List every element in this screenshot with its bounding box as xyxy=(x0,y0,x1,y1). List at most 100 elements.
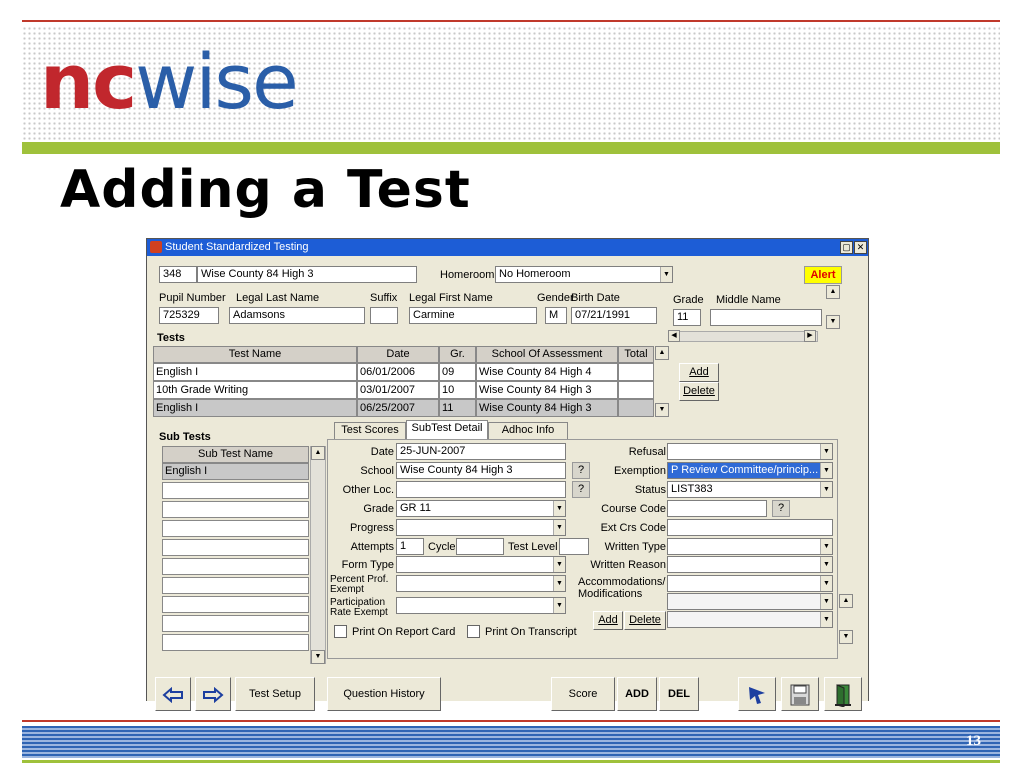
print-report-card-checkbox[interactable] xyxy=(334,625,347,638)
add-button[interactable]: ADD xyxy=(617,677,657,711)
list-item[interactable] xyxy=(162,596,309,613)
list-item[interactable] xyxy=(162,558,309,575)
chevron-down-icon[interactable]: ▼ xyxy=(820,444,832,459)
scroll-down-icon[interactable]: ▼ xyxy=(826,315,840,329)
sub-tests-scrollbar[interactable] xyxy=(310,446,326,664)
question-history-button[interactable]: Question History xyxy=(327,677,441,711)
delete-accommodation-button[interactable]: Delete xyxy=(624,611,666,630)
scroll-down-icon[interactable]: ▼ xyxy=(311,650,325,664)
scroll-up-icon[interactable]: ▲ xyxy=(655,346,669,360)
written-reason-select[interactable]: ▼ xyxy=(667,556,833,573)
grade-field[interactable]: 11 xyxy=(673,309,701,326)
tab-test-scores[interactable]: Test Scores xyxy=(334,422,406,439)
next-button[interactable] xyxy=(195,677,231,711)
tab-subtest-detail[interactable]: SubTest Detail xyxy=(406,420,488,439)
add-test-button[interactable]: Add xyxy=(679,363,719,382)
chevron-down-icon[interactable]: ▼ xyxy=(553,598,565,613)
horizontal-scrollbar[interactable] xyxy=(668,331,818,342)
school-name-field[interactable]: Wise County 84 High 3 xyxy=(197,266,417,283)
course-code-field[interactable] xyxy=(667,500,767,517)
scroll-up-icon[interactable]: ▲ xyxy=(839,594,853,608)
grade-label: Grade xyxy=(673,294,704,306)
print-transcript-checkbox[interactable] xyxy=(467,625,480,638)
pointer-button[interactable] xyxy=(738,677,776,711)
print-report-card-label: Print On Report Card xyxy=(352,626,456,638)
attempts-field[interactable]: 1 xyxy=(396,538,424,555)
list-item[interactable] xyxy=(162,634,309,651)
scroll-up-icon[interactable]: ▲ xyxy=(826,285,840,299)
cycle-field[interactable] xyxy=(456,538,504,555)
close-button[interactable]: ✕ xyxy=(854,241,867,254)
chevron-down-icon[interactable]: ▼ xyxy=(820,612,832,627)
exit-button[interactable] xyxy=(824,677,862,711)
school-lookup-button[interactable]: ? xyxy=(572,462,590,479)
gender-field[interactable]: M xyxy=(545,307,567,324)
chevron-down-icon[interactable]: ▼ xyxy=(820,463,832,478)
course-code-lookup-button[interactable]: ? xyxy=(772,500,790,517)
chevron-down-icon[interactable]: ▼ xyxy=(553,576,565,591)
tab-adhoc-info[interactable]: Adhoc Info xyxy=(488,422,568,439)
list-item[interactable]: English I xyxy=(162,463,309,480)
refusal-select[interactable]: ▼ xyxy=(667,443,833,460)
accommodations-label: Accommodations/ Modifications xyxy=(578,576,666,600)
pupil-number-field[interactable]: 725329 xyxy=(159,307,219,324)
list-item[interactable] xyxy=(162,520,309,537)
accommodation-select[interactable]: ▼ xyxy=(667,575,833,592)
list-item[interactable] xyxy=(162,501,309,518)
save-button[interactable] xyxy=(781,677,819,711)
scroll-down-icon[interactable]: ▼ xyxy=(839,630,853,644)
list-item[interactable] xyxy=(162,615,309,632)
homeroom-label: Homeroom xyxy=(440,269,495,281)
accommodation-select[interactable]: ▼ xyxy=(667,611,833,628)
test-setup-button[interactable]: Test Setup xyxy=(235,677,315,711)
chevron-down-icon[interactable]: ▼ xyxy=(820,482,832,497)
chevron-down-icon[interactable]: ▼ xyxy=(820,576,832,591)
scroll-left-icon[interactable]: ◀ xyxy=(668,330,680,342)
chevron-down-icon[interactable]: ▼ xyxy=(660,267,672,282)
homeroom-select[interactable]: No Homeroom ▼ xyxy=(495,266,673,283)
previous-button[interactable] xyxy=(155,677,191,711)
delete-test-button[interactable]: Delete xyxy=(679,382,719,401)
other-loc-lookup-button[interactable]: ? xyxy=(572,481,590,498)
list-item[interactable] xyxy=(162,539,309,556)
legal-first-name-field[interactable]: Carmine xyxy=(409,307,537,324)
chevron-down-icon[interactable]: ▼ xyxy=(820,539,832,554)
school-code-field[interactable]: 348 xyxy=(159,266,197,283)
status-select[interactable]: LIST383 ▼ xyxy=(667,481,833,498)
suffix-field[interactable] xyxy=(370,307,398,324)
progress-select[interactable]: ▼ xyxy=(396,519,566,536)
test-name-cell: 10th Grade Writing xyxy=(153,381,357,399)
chevron-down-icon[interactable]: ▼ xyxy=(820,557,832,572)
chevron-down-icon[interactable]: ▼ xyxy=(553,501,565,516)
birth-date-field[interactable]: 07/21/1991 xyxy=(571,307,657,324)
exemption-select[interactable]: P Review Committee/princip... ▼ xyxy=(667,462,833,479)
legal-last-name-field[interactable]: Adamsons xyxy=(229,307,365,324)
participation-rate-exempt-label: Participation Rate Exempt xyxy=(330,597,388,618)
delete-button[interactable]: DEL xyxy=(659,677,699,711)
score-button[interactable]: Score xyxy=(551,677,615,711)
form-type-select[interactable]: ▼ xyxy=(396,556,566,573)
maximize-button[interactable]: ▢ xyxy=(840,241,853,254)
scroll-down-icon[interactable]: ▼ xyxy=(655,403,669,417)
alert-button[interactable]: Alert xyxy=(804,266,842,284)
grade-select[interactable]: GR 11 ▼ xyxy=(396,500,566,517)
school-field[interactable]: Wise County 84 High 3 xyxy=(396,462,566,479)
scroll-right-icon[interactable]: ▶ xyxy=(804,330,816,342)
date-field[interactable]: 25-JUN-2007 xyxy=(396,443,566,460)
other-loc-field[interactable] xyxy=(396,481,566,498)
test-level-field[interactable] xyxy=(559,538,589,555)
participation-rate-exempt-select[interactable]: ▼ xyxy=(396,597,566,614)
list-item[interactable] xyxy=(162,482,309,499)
ext-crs-code-field[interactable] xyxy=(667,519,833,536)
accommodation-select[interactable]: ▼ xyxy=(667,593,833,610)
chevron-down-icon[interactable]: ▼ xyxy=(553,520,565,535)
written-type-select[interactable]: ▼ xyxy=(667,538,833,555)
list-item[interactable] xyxy=(162,577,309,594)
scroll-up-icon[interactable]: ▲ xyxy=(311,446,325,460)
chevron-down-icon[interactable]: ▼ xyxy=(820,594,832,609)
percent-prof-exempt-select[interactable]: ▼ xyxy=(396,575,566,592)
middle-name-field[interactable] xyxy=(710,309,822,326)
footer-green-rule xyxy=(22,760,1000,763)
add-accommodation-button[interactable]: Add xyxy=(593,611,623,630)
chevron-down-icon[interactable]: ▼ xyxy=(553,557,565,572)
